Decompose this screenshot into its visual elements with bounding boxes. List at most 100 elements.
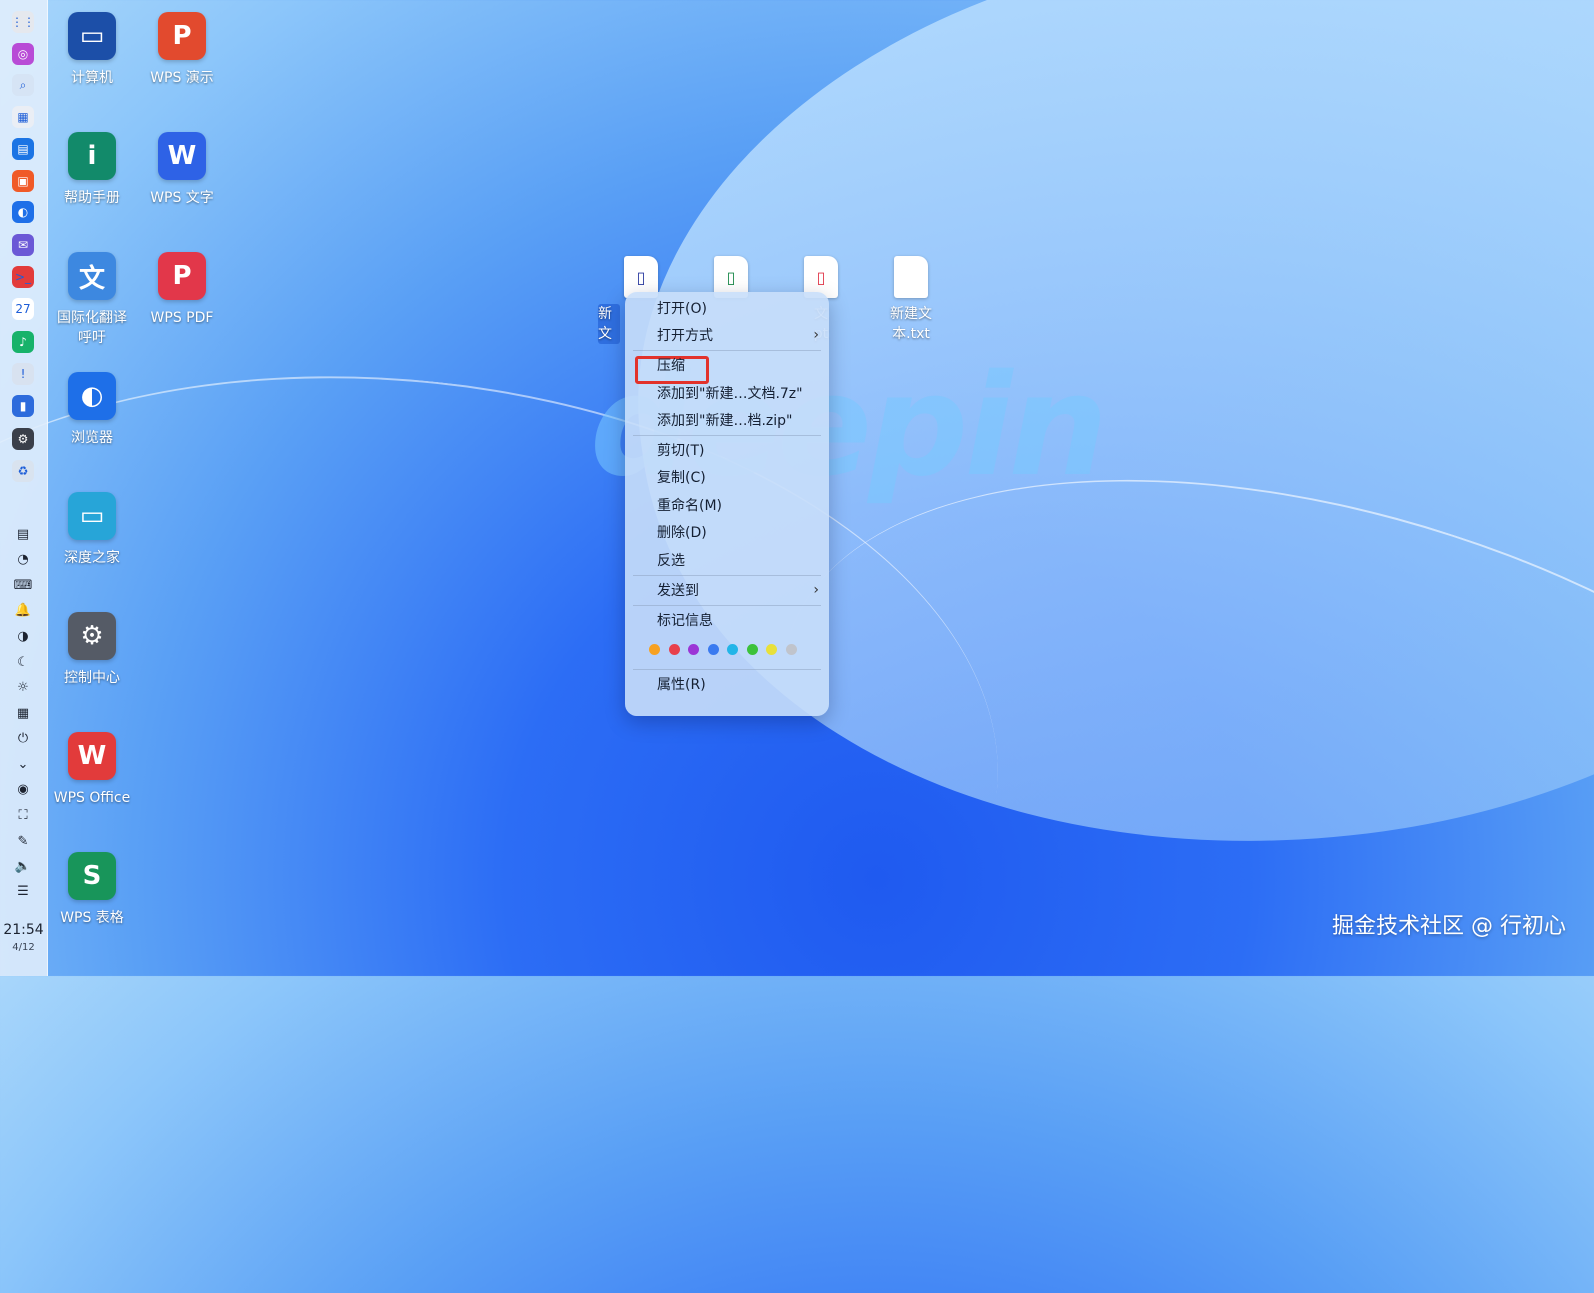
desktop-icon[interactable]: ⚙ 控制中心: [47, 612, 137, 688]
menu-cut[interactable]: 剪切(T): [657, 440, 704, 462]
app-icon: S: [68, 852, 116, 900]
clock-date: 4/12: [12, 942, 35, 953]
device-manager-icon[interactable]: ▮: [12, 395, 34, 417]
watermark: 掘金技术社区 @ 行初心: [1332, 914, 1566, 939]
menu-properties[interactable]: 属性(R): [657, 674, 706, 696]
menu-separator: [633, 605, 821, 606]
desktop-icon-label: 国际化翻译 呼吁: [57, 310, 127, 346]
desktop-icon[interactable]: 文国际化翻译 呼吁: [47, 252, 137, 348]
pen-icon[interactable]: ✎: [15, 833, 31, 849]
desktop-icon[interactable]: i 帮助手册: [47, 132, 137, 208]
desktop-icon[interactable]: S WPS 表格: [47, 852, 137, 928]
app-icon: ⚙: [68, 612, 116, 660]
down-arrow-icon[interactable]: ⌄: [15, 756, 31, 772]
clock-time[interactable]: 21:54: [0, 922, 47, 938]
desktop-icon-label: 控制中心: [64, 670, 120, 686]
desktop-icon[interactable]: P WPS PDF: [137, 252, 227, 328]
store-icon[interactable]: ▣: [12, 170, 34, 192]
app-icon: W: [158, 132, 206, 180]
mail-icon[interactable]: ✉: [12, 234, 34, 256]
assistant-icon[interactable]: !: [12, 363, 34, 385]
menu-rename[interactable]: 重命名(M): [657, 495, 722, 517]
tag-color-dot[interactable]: [727, 644, 738, 655]
terminal-icon[interactable]: >_: [12, 266, 34, 288]
tag-color-dot[interactable]: [707, 644, 719, 655]
volume-icon[interactable]: 🔈: [15, 858, 31, 874]
desktop-file-label: 新文: [598, 304, 620, 344]
app-icon: ▭: [68, 492, 116, 540]
menu-invert-selection[interactable]: 反选: [657, 550, 685, 572]
desktop-icon-label: WPS 表格: [60, 910, 124, 926]
desktop-file-label: 新建文 本.txt: [890, 306, 932, 342]
tag-color-dot[interactable]: [746, 644, 758, 655]
storage-icon[interactable]: ☰: [15, 883, 31, 899]
app-icon: P: [158, 12, 206, 60]
desktop-icon-label: WPS Office: [53, 790, 131, 806]
menu-separator: [633, 435, 821, 436]
brightness-icon[interactable]: ☼: [15, 679, 31, 695]
app-icon: P: [158, 252, 206, 300]
dock: 21:54 4/12 ⋮⋮ ◎ ⌕ ▦ ▤ ▣ ◐ ✉ >_ 27 ♪! ▮ ⚙ ♻ ▤ ◔ ⌨ 🔔 ◑ ☾ ☼ ▦ ⏻ ⌄ ◉…: [0, 0, 48, 976]
menu-separator: [633, 350, 821, 351]
music-icon[interactable]: ♪: [12, 331, 34, 353]
menu-copy[interactable]: 复制(C): [657, 467, 706, 489]
search-icon[interactable]: ⌕: [12, 74, 34, 96]
file-manager-icon[interactable]: ▤: [12, 138, 34, 160]
power-icon[interactable]: ⏻: [15, 730, 31, 746]
grand-search-icon[interactable]: ◔: [15, 551, 31, 567]
tag-color-dot[interactable]: [668, 644, 680, 655]
chevron-right-icon: ›: [813, 582, 819, 598]
menu-tag-info: 标记信息: [657, 613, 713, 629]
launcher-icon[interactable]: ⋮⋮: [11, 11, 35, 33]
tag-color-dot[interactable]: [649, 644, 660, 655]
menu-separator: [633, 669, 821, 670]
menu-open-with-label: 打开方式: [657, 328, 713, 344]
desktop-icon-label: WPS PDF: [150, 310, 214, 326]
context-menu: 打开(O) 打开方式 › 压缩 添加到"新建…文档.7z" 添加到"新建…档.z…: [625, 292, 829, 716]
app-icon: W: [68, 732, 116, 780]
menu-compress[interactable]: 压缩: [657, 355, 685, 377]
app-icon: ◐: [68, 372, 116, 420]
desktop-icon-label: WPS 演示: [150, 70, 214, 86]
browser-icon[interactable]: ◐: [12, 201, 34, 223]
record-icon[interactable]: ◉: [15, 781, 31, 797]
theme-icon[interactable]: ◑: [15, 628, 31, 644]
desktop-icon-label: WPS 文字: [150, 190, 214, 206]
app-icon: 文: [68, 252, 116, 300]
menu-add-7z[interactable]: 添加到"新建…文档.7z": [657, 383, 803, 405]
screenshot-icon[interactable]: ⛶: [15, 807, 31, 823]
menu-send-to[interactable]: 发送到: [657, 580, 699, 602]
app-icon: i: [68, 132, 116, 180]
menu-add-zip[interactable]: 添加到"新建…档.zip": [657, 410, 792, 432]
tag-color-dot[interactable]: [785, 644, 797, 655]
desktop-icon[interactable]: ▭ 计算机: [47, 12, 137, 88]
desktop-file[interactable]: 新建文 本.txt: [871, 256, 951, 344]
desktop-icon[interactable]: ◐ 浏览器: [47, 372, 137, 448]
menu-separator: [633, 575, 821, 576]
tag-color-dot[interactable]: [766, 644, 777, 655]
document-icon: [894, 256, 928, 298]
app-store-icon[interactable]: ◎: [12, 43, 34, 65]
trash-icon[interactable]: ♻: [12, 460, 34, 482]
notification-icon[interactable]: 🔔: [15, 602, 31, 618]
chevron-right-icon: ›: [813, 327, 819, 343]
desktop-icon-label: 深度之家: [64, 550, 120, 566]
desktop-icon[interactable]: W WPS 文字: [137, 132, 227, 208]
menu-open[interactable]: 打开(O): [657, 298, 707, 320]
calendar-icon[interactable]: 27: [12, 298, 34, 320]
desktop-icon[interactable]: P WPS 演示: [137, 12, 227, 88]
multitask-icon[interactable]: ▦: [12, 106, 34, 128]
menu-open-with[interactable]: 打开方式: [657, 325, 829, 347]
desktop-icon[interactable]: W WPS Office: [47, 732, 137, 808]
desktop-icon-label: 计算机: [71, 70, 113, 86]
app-icon: ▭: [68, 12, 116, 60]
desktop-icon-label: 帮助手册: [64, 190, 120, 206]
tag-color-dot[interactable]: [688, 644, 699, 655]
desktop-icon[interactable]: ▭ 深度之家: [47, 492, 137, 568]
calculator-icon[interactable]: ▦: [15, 705, 31, 721]
keyboard-icon[interactable]: ⌨: [14, 577, 33, 593]
clipboard-icon[interactable]: ▤: [15, 526, 31, 542]
night-mode-icon[interactable]: ☾: [15, 654, 31, 670]
menu-delete[interactable]: 删除(D): [657, 522, 707, 544]
settings-icon[interactable]: ⚙: [12, 428, 34, 450]
